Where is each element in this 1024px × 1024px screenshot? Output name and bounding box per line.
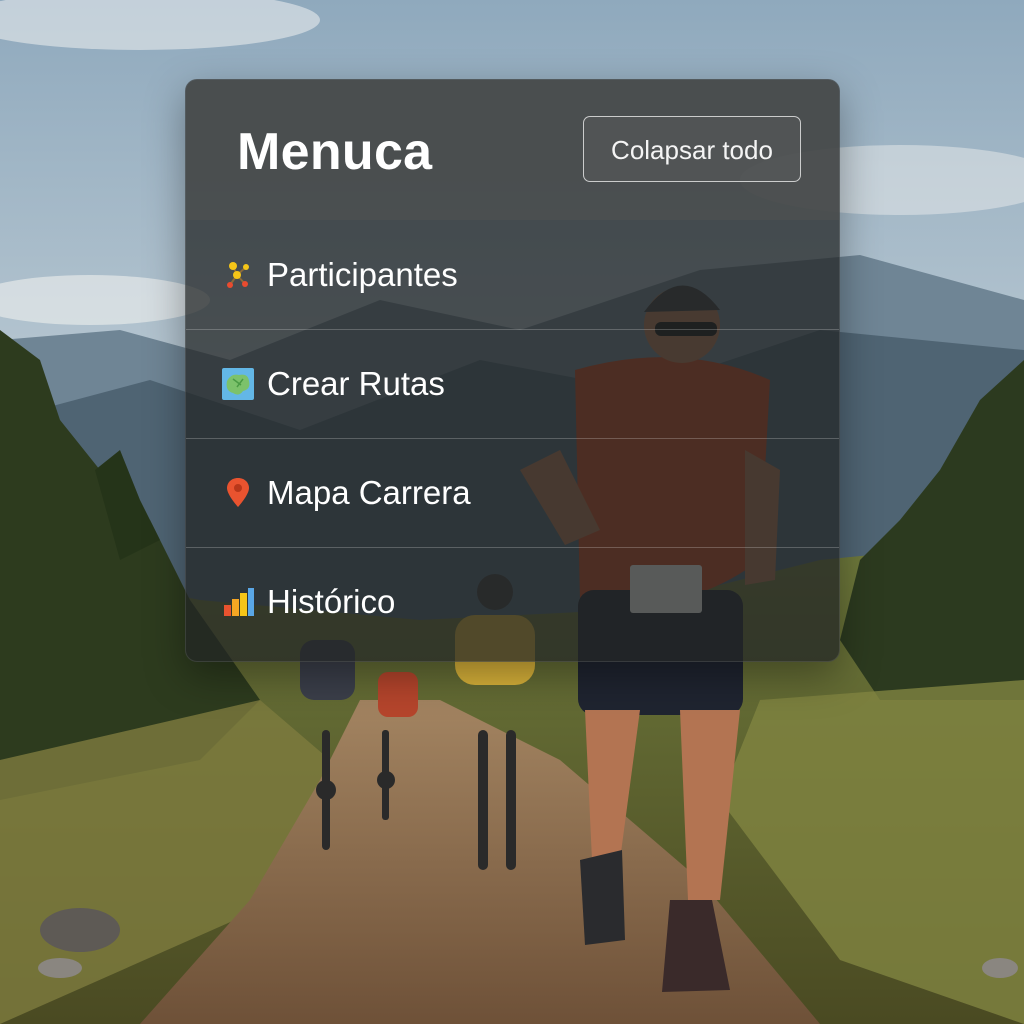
map-pin-icon bbox=[221, 476, 255, 510]
menu-item-label: Crear Rutas bbox=[267, 365, 445, 402]
bar-chart-icon bbox=[221, 585, 255, 619]
menu-item-label: Mapa Carrera bbox=[267, 474, 471, 511]
menu-item-crear-rutas[interactable]: Crear Rutas bbox=[186, 329, 839, 438]
menu-item-historico[interactable]: Histórico bbox=[186, 547, 839, 656]
menu-item-mapa-carrera[interactable]: Mapa Carrera bbox=[186, 438, 839, 547]
participants-icon bbox=[221, 258, 255, 292]
menu-panel: Menuca Colapsar todo Participantes Crear… bbox=[185, 79, 840, 662]
menu-item-label: Participantes bbox=[267, 255, 458, 293]
collapse-all-button[interactable]: Colapsar todo bbox=[583, 116, 801, 182]
map-icon bbox=[221, 367, 255, 401]
menu-item-participantes[interactable]: Participantes bbox=[186, 220, 839, 329]
menu-header: Menuca Colapsar todo bbox=[186, 80, 839, 220]
menu-title: Menuca bbox=[237, 123, 433, 181]
menu-item-label: Histórico bbox=[267, 583, 396, 620]
